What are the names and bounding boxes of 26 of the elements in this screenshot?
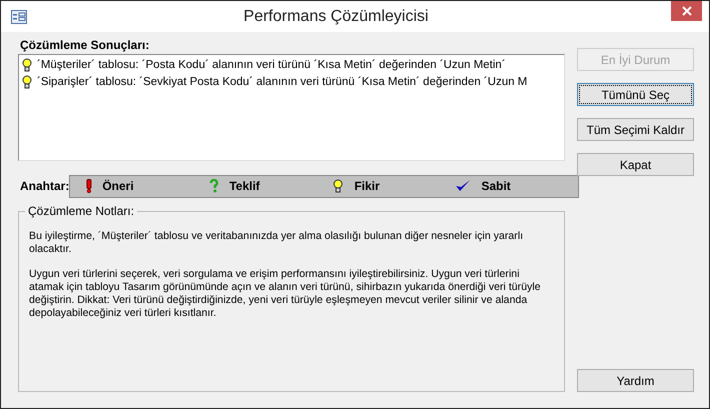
check-icon [455,179,472,193]
key-text: Teklif [229,179,260,193]
close-icon [682,6,692,16]
notes-paragraph: Bu iyileştirme, ´Müşteriler´ tablosu ve veritabanınızda yer alma olasılığı bulunan diğer nesneler için yararlı olacaktır. [29,230,524,256]
notes-paragraph: Uygun veri türlerini seçerek, veri sorgulama ve erişim performansını iyileştirebilirsiniz. Uygun veri türlerini atamak için tabloyu Tasarım görünümünde açın ve alanın veri türünü, sihirbazın yukarıda önerdiği veri türüyle değiştirin. Dikkat: Veri türünü değiştirdiğinizde, yeni veri türüyle eşleşmeyen mevcut veriler silinir ve alanda depolayabileceğiniz veri türleri kısıtlanır. [29,268,542,320]
window-title: Performans Çözümleyicisi [242,8,430,26]
question-icon [209,179,220,193]
key-text: Sabit [481,179,511,193]
dialog-button[interactable]: Tümünü Seç [577,83,694,106]
bulb-icon [21,74,33,88]
result-text: ´Siparişler´ tablosu: ´Sevkiyat Posta Kodu´ alanının veri türünü ´Kısa Metin´ değerinden ´Uzun M [37,76,528,88]
bulb-icon [332,179,344,193]
notes-label: Çözümleme Notları: [25,204,138,218]
results-label: Çözümleme Sonuçları: [19,38,150,54]
key-text: Öneri [102,179,134,193]
key-label: Anahtar: [19,179,70,193]
exclamation-icon [86,179,92,193]
form-icon [11,10,27,24]
dialog-button[interactable]: Yardım [577,369,694,392]
close-button[interactable] [671,1,702,21]
dialog-button[interactable]: Tüm Seçimi Kaldır [577,118,694,141]
results-list[interactable]: ´Müşteriler´ tablosu: ´Posta Kodu´ alanının veri türünü ´Kısa Metin´ değerinden ´Uzun Metin´ ´Siparişler´ tablosu: ´Sevkiyat Posta Kodu´ alanının veri türünü ´Kısa Metin´ değerinden ´Uzun M [18,54,565,161]
result-text: ´Müşteriler´ tablosu: ´Posta Kodu´ alanının veri türünü ´Kısa Metin´ değerinden ´Uzun Metin´ [37,58,506,70]
key-text: Fikir [354,179,380,193]
bulb-icon [21,58,33,72]
dialog-button[interactable]: Kapat [577,153,694,176]
